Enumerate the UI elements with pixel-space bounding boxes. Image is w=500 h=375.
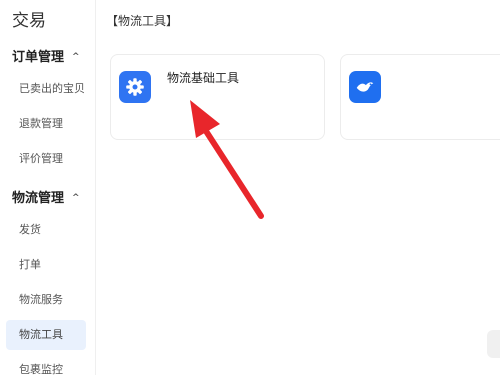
sidebar-item-logistics-service[interactable]: 物流服务 <box>6 285 86 315</box>
sidebar-item-review-management[interactable]: 评价管理 <box>6 144 86 174</box>
sidebar-title: 交易 <box>12 11 46 31</box>
tool-card-logistics-basic[interactable]: 物流基础工具 <box>110 54 325 140</box>
sidebar-item-print-order[interactable]: 打单 <box>6 250 86 280</box>
chevron-up-icon: ^ <box>72 193 80 203</box>
sidebar-item-ship[interactable]: 发货 <box>6 215 86 245</box>
section-title: 【物流工具】 <box>106 14 179 28</box>
sidebar-item-refund-management[interactable]: 退款管理 <box>6 109 86 139</box>
sidebar-group-order-management[interactable]: 订单管理 ^ <box>12 46 80 65</box>
tool-card-label: 物流基础工具 <box>167 71 240 85</box>
bird-logo-icon <box>349 71 381 103</box>
sidebar-item-sold-items[interactable]: 已卖出的宝贝 <box>6 74 86 104</box>
sidebar-group-label: 物流管理 <box>12 191 65 206</box>
main-content: 【物流工具】 物流基础工具 <box>96 0 500 375</box>
sidebar: 交易 订单管理 ^ 已卖出的宝贝 退款管理 评价管理 物流管理 ^ 发货 打单 物流… <box>0 0 96 375</box>
sidebar-item-logistics-tools[interactable]: 物流工具 <box>6 320 86 350</box>
tool-card-second[interactable] <box>340 54 500 140</box>
watermark-logo <box>487 330 500 358</box>
sidebar-item-package-monitor[interactable]: 包裹监控 <box>6 355 86 375</box>
page: 交易 订单管理 ^ 已卖出的宝贝 退款管理 评价管理 物流管理 ^ 发货 打单 物流… <box>0 0 500 375</box>
sidebar-group-logistics-management[interactable]: 物流管理 ^ <box>12 187 80 206</box>
sidebar-group-label: 订单管理 <box>12 50 65 65</box>
chevron-up-icon: ^ <box>72 52 80 62</box>
gear-icon <box>119 71 151 103</box>
